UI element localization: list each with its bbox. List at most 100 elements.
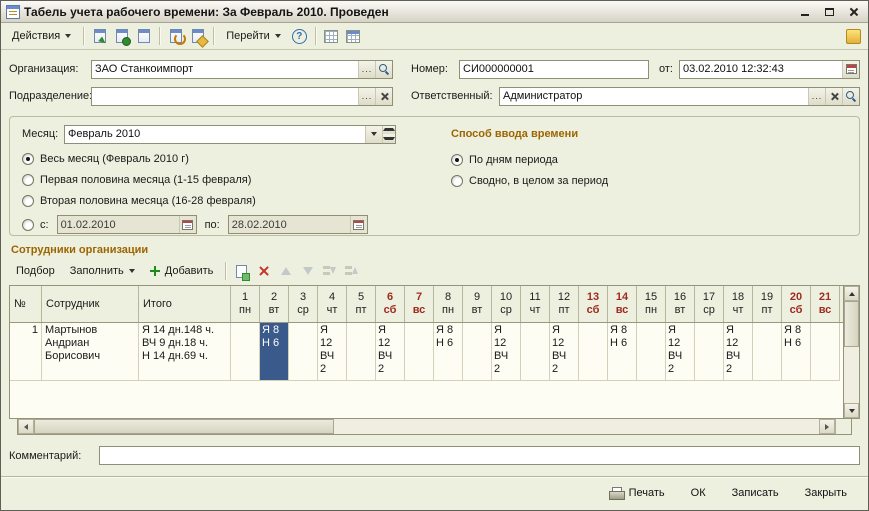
document-form-button[interactable] bbox=[133, 26, 154, 47]
vertical-scroll-thumb[interactable] bbox=[844, 301, 859, 347]
scroll-down-button[interactable] bbox=[844, 403, 859, 418]
move-down-button[interactable] bbox=[297, 261, 318, 282]
timesheet-cell-day-15[interactable] bbox=[637, 323, 666, 381]
delete-row-button[interactable] bbox=[253, 261, 274, 282]
day-weekday: чт bbox=[529, 304, 541, 316]
go-menu-button[interactable]: Перейти bbox=[219, 26, 288, 46]
horizontal-scroll-track bbox=[334, 419, 819, 434]
print-button[interactable]: Печать bbox=[598, 483, 676, 503]
period-groupbox: Месяц: Весь месяц (Февраль 2010 г) Перва… bbox=[9, 116, 860, 236]
comment-row: Комментарий: bbox=[9, 446, 860, 465]
day-weekday: чт bbox=[326, 304, 338, 316]
table-header-row: № Сотрудник Итого 1 пн 2 вт 3 ср 4 чт 5 пт 6 сб 7 вс 8… bbox=[10, 286, 843, 323]
month-spin-up-button[interactable] bbox=[383, 125, 395, 134]
reread-button[interactable] bbox=[165, 26, 186, 47]
comment-input[interactable] bbox=[100, 447, 859, 464]
radio-whole-month[interactable]: Весь месяц (Февраль 2010 г) bbox=[22, 153, 189, 165]
timesheet-cell-day-19[interactable] bbox=[753, 323, 782, 381]
timesheet-cell-day-20[interactable]: Я 8 Н 6 bbox=[782, 323, 811, 381]
move-up-button[interactable] bbox=[275, 261, 296, 282]
close-window-button[interactable]: Закрыть bbox=[794, 483, 858, 503]
save-button[interactable]: Записать bbox=[721, 483, 790, 503]
organization-open-button[interactable] bbox=[375, 60, 392, 78]
actions-menu-button[interactable]: Действия bbox=[5, 26, 78, 46]
post-document-button[interactable] bbox=[89, 26, 110, 47]
timesheet-cell-day-2[interactable]: Я 8 Н 6 bbox=[260, 323, 289, 381]
sort-descending-icon bbox=[344, 265, 359, 277]
organization-input[interactable] bbox=[92, 60, 358, 78]
row-number-cell[interactable]: 1 bbox=[10, 323, 42, 381]
timesheet-cell-day-3[interactable] bbox=[289, 323, 318, 381]
help-button[interactable]: ? bbox=[289, 26, 310, 47]
radio-summary[interactable]: Сводно, в целом за период bbox=[451, 175, 608, 187]
timesheet-cell-day-1[interactable] bbox=[231, 323, 260, 381]
scroll-left-button[interactable] bbox=[18, 419, 34, 434]
month-spin-down-button[interactable] bbox=[383, 134, 395, 143]
day-number: 8 bbox=[444, 291, 452, 303]
employee-name-cell[interactable]: Мартынов Андриан Борисович bbox=[42, 323, 139, 381]
employee-total-cell[interactable]: Я 14 дн.148 ч. ВЧ 9 дн.18 ч. Н 14 дн.69 … bbox=[139, 323, 231, 381]
ok-button[interactable]: ОК bbox=[680, 483, 717, 503]
range-from-calendar-button bbox=[178, 216, 196, 233]
scroll-right-button[interactable] bbox=[819, 419, 835, 434]
maximize-icon bbox=[824, 7, 834, 16]
timesheet-cell-day-11[interactable] bbox=[521, 323, 550, 381]
timesheet-cell-day-9[interactable] bbox=[463, 323, 492, 381]
hint-button[interactable] bbox=[843, 26, 864, 47]
radio-first-half[interactable]: Первая половина месяца (1-15 февраля) bbox=[22, 174, 251, 186]
maximize-button[interactable] bbox=[819, 3, 839, 20]
list-settings-button[interactable] bbox=[343, 26, 364, 47]
timesheet-report-button[interactable] bbox=[321, 26, 342, 47]
radio-second-half[interactable]: Вторая половина месяца (16-28 февраля) bbox=[22, 195, 256, 207]
timesheet-cell-day-13[interactable] bbox=[579, 323, 608, 381]
timesheet-cell-day-12[interactable]: Я 12 ВЧ 2 bbox=[550, 323, 579, 381]
fill-menu-button[interactable]: Заполнить bbox=[63, 261, 142, 281]
timesheet-cell-day-7[interactable] bbox=[405, 323, 434, 381]
window-title: Табель учета рабочего времени: За Феврал… bbox=[24, 4, 389, 19]
date-calendar-button[interactable] bbox=[842, 60, 859, 78]
radio-custom-range[interactable]: с: bbox=[22, 218, 49, 231]
radio-by-days[interactable]: По дням периода bbox=[451, 154, 558, 166]
month-dropdown-button[interactable] bbox=[365, 125, 382, 143]
sort-ascending-button[interactable] bbox=[319, 261, 340, 282]
close-button[interactable] bbox=[843, 3, 863, 20]
number-input[interactable] bbox=[460, 60, 648, 78]
day-header-1: 1 пн bbox=[231, 286, 260, 322]
date-input[interactable] bbox=[679, 60, 842, 78]
timesheet-cell-day-16[interactable]: Я 12 ВЧ 2 bbox=[666, 323, 695, 381]
chevron-down-icon bbox=[65, 34, 72, 38]
write-document-button[interactable] bbox=[111, 26, 132, 47]
pick-button[interactable]: Подбор bbox=[9, 261, 62, 281]
timesheet-cell-day-8[interactable]: Я 8 Н 6 bbox=[434, 323, 463, 381]
timesheet-cell-day-14[interactable]: Я 8 Н 6 bbox=[608, 323, 637, 381]
scrollbar-corner bbox=[835, 419, 851, 434]
horizontal-scroll-thumb[interactable] bbox=[34, 419, 334, 434]
department-clear-button[interactable] bbox=[375, 87, 392, 105]
copy-row-button[interactable] bbox=[231, 261, 252, 282]
department-select-button[interactable]: ... bbox=[358, 87, 375, 105]
responsible-select-button[interactable]: ... bbox=[808, 87, 825, 105]
sort-descending-button[interactable] bbox=[341, 261, 362, 282]
minimize-button[interactable] bbox=[795, 3, 815, 20]
magnifier-icon bbox=[845, 90, 857, 102]
timesheet-cell-day-6[interactable]: Я 12 ВЧ 2 bbox=[376, 323, 405, 381]
responsible-open-button[interactable] bbox=[842, 87, 859, 105]
add-row-button[interactable]: Добавить bbox=[143, 261, 221, 281]
column-header-employee: Сотрудник bbox=[42, 286, 139, 322]
timesheet-cell-day-21[interactable] bbox=[811, 323, 840, 381]
timesheet-cell-day-10[interactable]: Я 12 ВЧ 2 bbox=[492, 323, 521, 381]
day-number: 7 bbox=[415, 291, 423, 303]
timesheet-cell-day-5[interactable] bbox=[347, 323, 376, 381]
organization-select-button[interactable]: ... bbox=[358, 60, 375, 78]
scroll-up-button[interactable] bbox=[844, 286, 859, 301]
toolbar-separator bbox=[213, 27, 215, 45]
timesheet-cell-day-17[interactable] bbox=[695, 323, 724, 381]
timesheet-cell-day-18[interactable]: Я 12 ВЧ 2 bbox=[724, 323, 753, 381]
responsible-input[interactable] bbox=[500, 87, 808, 105]
department-input[interactable] bbox=[92, 87, 358, 105]
timesheet-cell-day-4[interactable]: Я 12 ВЧ 2 bbox=[318, 323, 347, 381]
month-input[interactable] bbox=[65, 125, 365, 143]
day-weekday: сб bbox=[586, 304, 600, 316]
responsible-clear-button[interactable] bbox=[825, 87, 842, 105]
update-button[interactable] bbox=[187, 26, 208, 47]
